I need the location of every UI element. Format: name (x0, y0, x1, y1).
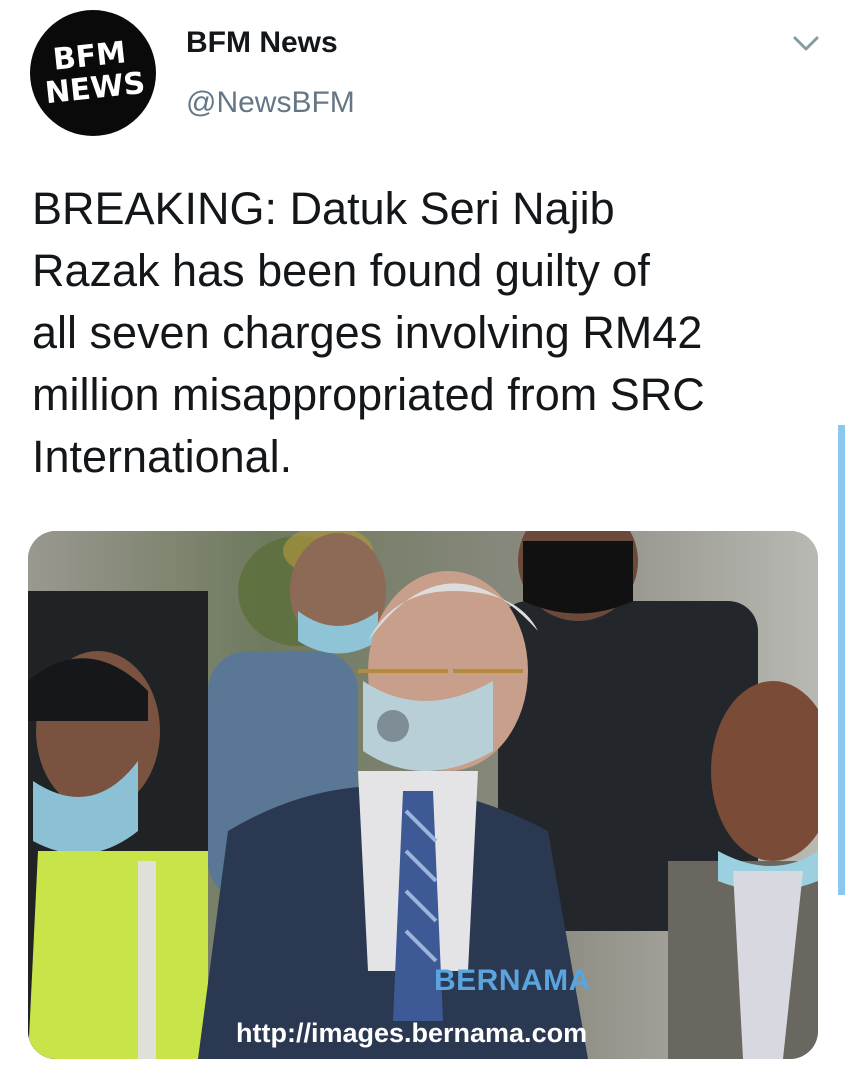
tweet-line: all seven charges involving RM42 (32, 307, 703, 358)
tweet-line: Razak has been found guilty of (32, 245, 650, 296)
avatar-text-news: NEWS (43, 65, 147, 112)
tweet-text: BREAKING: Datuk Seri Najib Razak has bee… (32, 178, 822, 488)
profile-avatar[interactable]: BFM NEWS (30, 10, 156, 136)
account-handle[interactable]: @NewsBFM (186, 86, 355, 120)
photo-watermark: BERNAMA (434, 964, 591, 997)
chevron-down-icon[interactable] (792, 34, 820, 54)
photo-source-url: http://images.bernama.com (236, 1018, 588, 1048)
tweet-line: International. (32, 431, 293, 482)
scroll-indicator[interactable] (838, 425, 845, 895)
tweet-line: BREAKING: Datuk Seri Najib (32, 183, 615, 234)
account-name[interactable]: BFM News (186, 26, 338, 60)
photo-scene (28, 531, 818, 1059)
tweet-line: million misappropriated from SRC (32, 369, 705, 420)
tweet-photo[interactable] (28, 531, 818, 1059)
